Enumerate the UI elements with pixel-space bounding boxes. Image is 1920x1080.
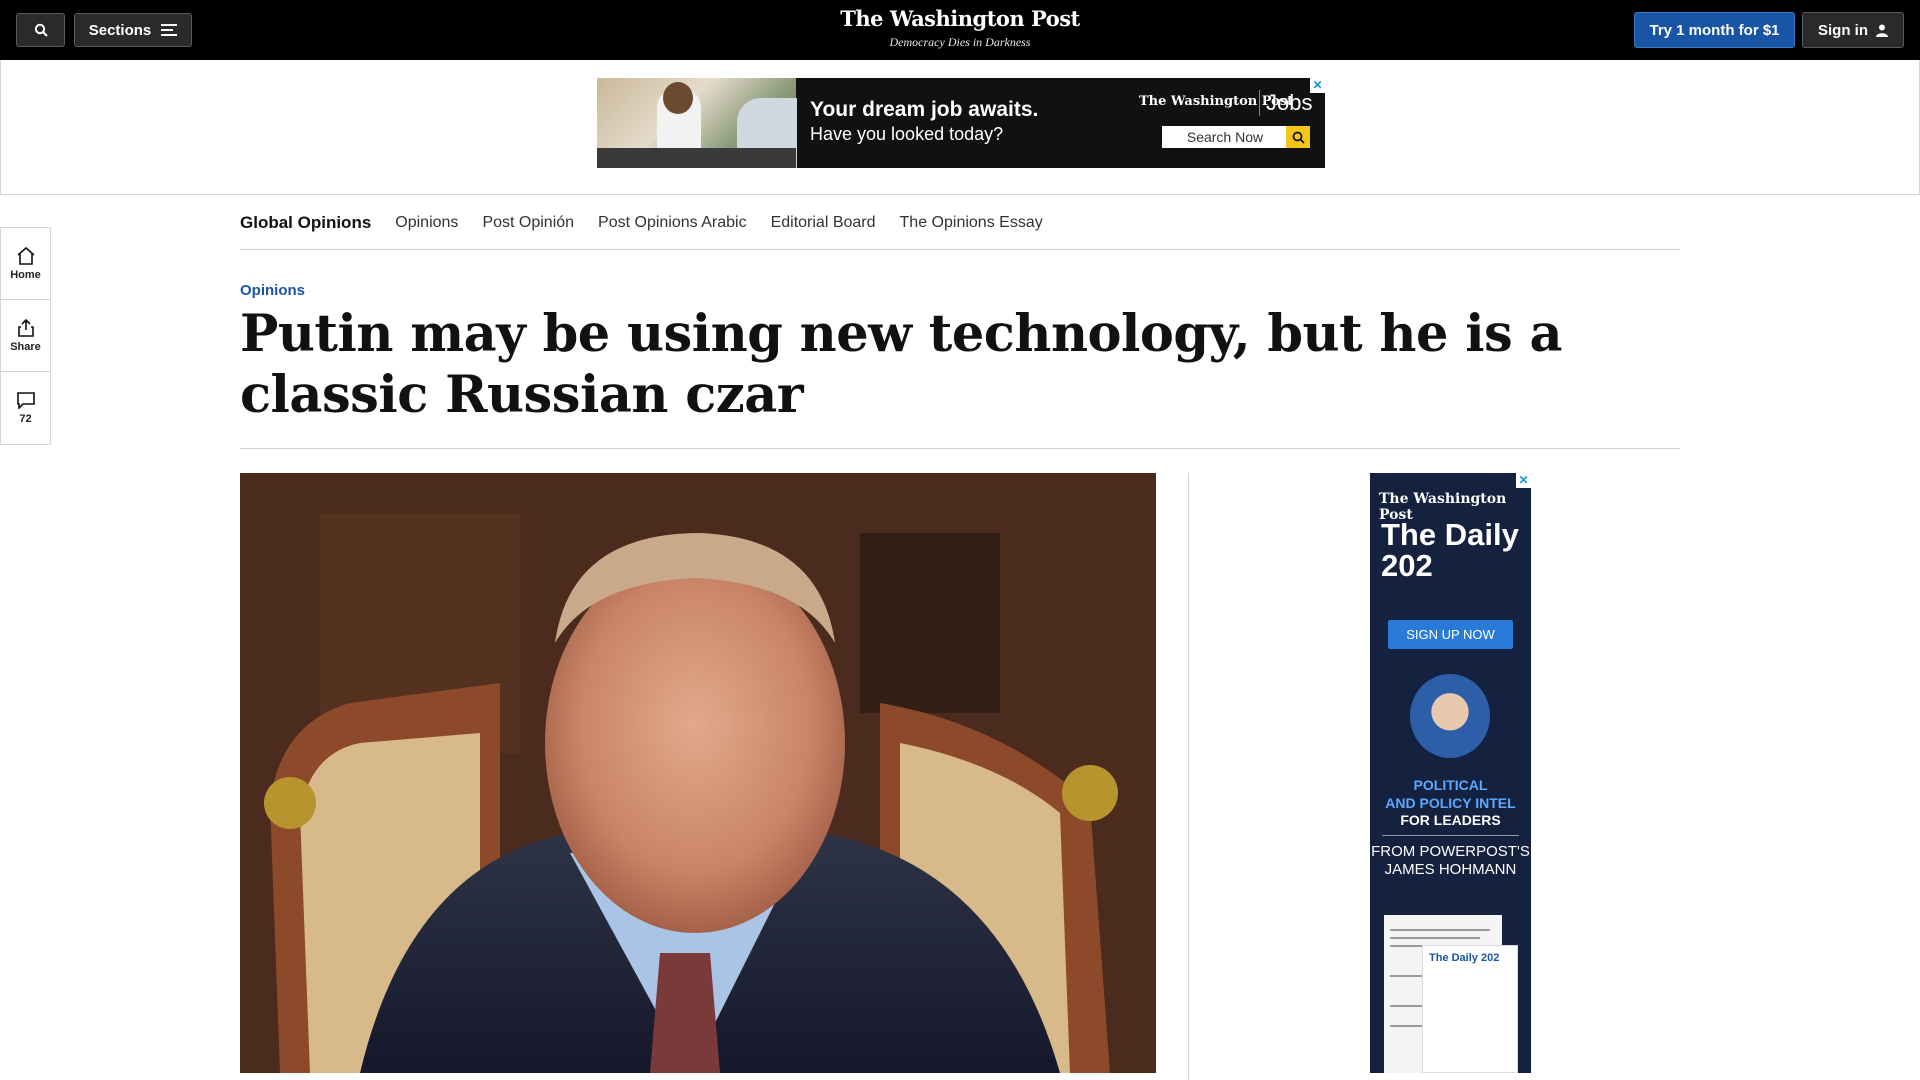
ad-product: Jobs: [1259, 90, 1312, 116]
share-icon: [17, 318, 34, 337]
ad-close-icon[interactable]: ✕: [1310, 78, 1325, 93]
user-icon: [1876, 24, 1888, 37]
ad-strip: Your dream job awaits. Have you looked t…: [0, 60, 1920, 195]
side-ad-line-2: AND POLICY INTEL: [1385, 795, 1516, 811]
ad-photo: [597, 78, 797, 168]
rail-share[interactable]: Share: [1, 300, 50, 372]
lead-photo[interactable]: [240, 473, 1156, 1073]
headline-divider: [240, 448, 1680, 449]
side-ad-title: The Daily 202: [1381, 517, 1519, 583]
brand-name: The Washington Post: [840, 6, 1080, 31]
column-divider: [1188, 473, 1189, 1080]
subnav-post-opinion[interactable]: Post Opinión: [482, 214, 574, 232]
side-ad-signup-button[interactable]: SIGN UP NOW: [1388, 620, 1513, 649]
subnav-opinions[interactable]: Opinions: [395, 214, 458, 232]
rail-comments[interactable]: 72: [1, 372, 50, 444]
top-bar: Sections The Washington Post Democracy D…: [0, 0, 1920, 60]
opinions-subnav: Global Opinions Opinions Post Opinión Po…: [240, 196, 1680, 250]
ad-search-field[interactable]: Search Now: [1162, 126, 1288, 148]
ad-headline: Your dream job awaits.: [810, 98, 1039, 121]
article-kicker[interactable]: Opinions: [240, 282, 305, 299]
comment-count: 72: [19, 412, 32, 425]
leaderboard-ad[interactable]: Your dream job awaits. Have you looked t…: [597, 78, 1325, 168]
side-ad-newsletter-card: The Daily 202: [1422, 945, 1518, 1073]
subscribe-button[interactable]: Try 1 month for $1: [1634, 12, 1795, 48]
ad-search-go[interactable]: [1286, 126, 1310, 148]
sign-in-label: Sign in: [1818, 21, 1868, 39]
menu-icon: [161, 24, 178, 36]
rail-share-label: Share: [10, 340, 41, 353]
side-ad-line: POLITICAL AND POLICY INTEL: [1370, 776, 1531, 812]
side-ad-paper-title: The Daily 202: [1429, 952, 1500, 964]
sections-label: Sections: [88, 21, 152, 39]
side-ad-close-icon[interactable]: ✕: [1516, 473, 1531, 488]
rail-home[interactable]: Home: [1, 228, 50, 300]
left-rail: Home Share 72: [0, 227, 51, 445]
ad-subline: Have you looked today?: [810, 124, 1004, 144]
side-ad[interactable]: The Washington Post The Daily 202 SIGN U…: [1370, 473, 1531, 1073]
search-icon: [34, 23, 48, 37]
subnav-global-opinions[interactable]: Global Opinions: [240, 213, 371, 233]
brand-tagline: Democracy Dies in Darkness: [889, 35, 1031, 49]
side-ad-line-3: FOR LEADERS: [1400, 812, 1501, 828]
side-ad-portrait: [1410, 674, 1490, 758]
side-ad-rule: [1382, 835, 1519, 836]
side-ad-line-1: POLITICAL: [1413, 777, 1488, 793]
subnav-editorial-board[interactable]: Editorial Board: [771, 214, 876, 232]
comment-icon: [16, 391, 35, 409]
brand-logo[interactable]: The Washington Post Democracy Dies in Da…: [760, 6, 1160, 50]
rail-home-label: Home: [10, 268, 41, 281]
subnav-post-opinions-arabic[interactable]: Post Opinions Arabic: [598, 214, 747, 232]
side-ad-from: FROM POWERPOST'S JAMES HOHMANN: [1371, 843, 1530, 878]
magnifier-icon: [1292, 131, 1305, 144]
search-button[interactable]: [16, 13, 65, 47]
home-icon: [16, 246, 35, 265]
lead-photo-illustration: [240, 473, 1156, 1073]
sections-button[interactable]: Sections: [74, 13, 192, 47]
subnav-opinions-essay[interactable]: The Opinions Essay: [900, 214, 1043, 232]
sign-in-button[interactable]: Sign in: [1802, 12, 1904, 48]
article-headline: Putin may be using new technology, but h…: [240, 304, 1563, 425]
